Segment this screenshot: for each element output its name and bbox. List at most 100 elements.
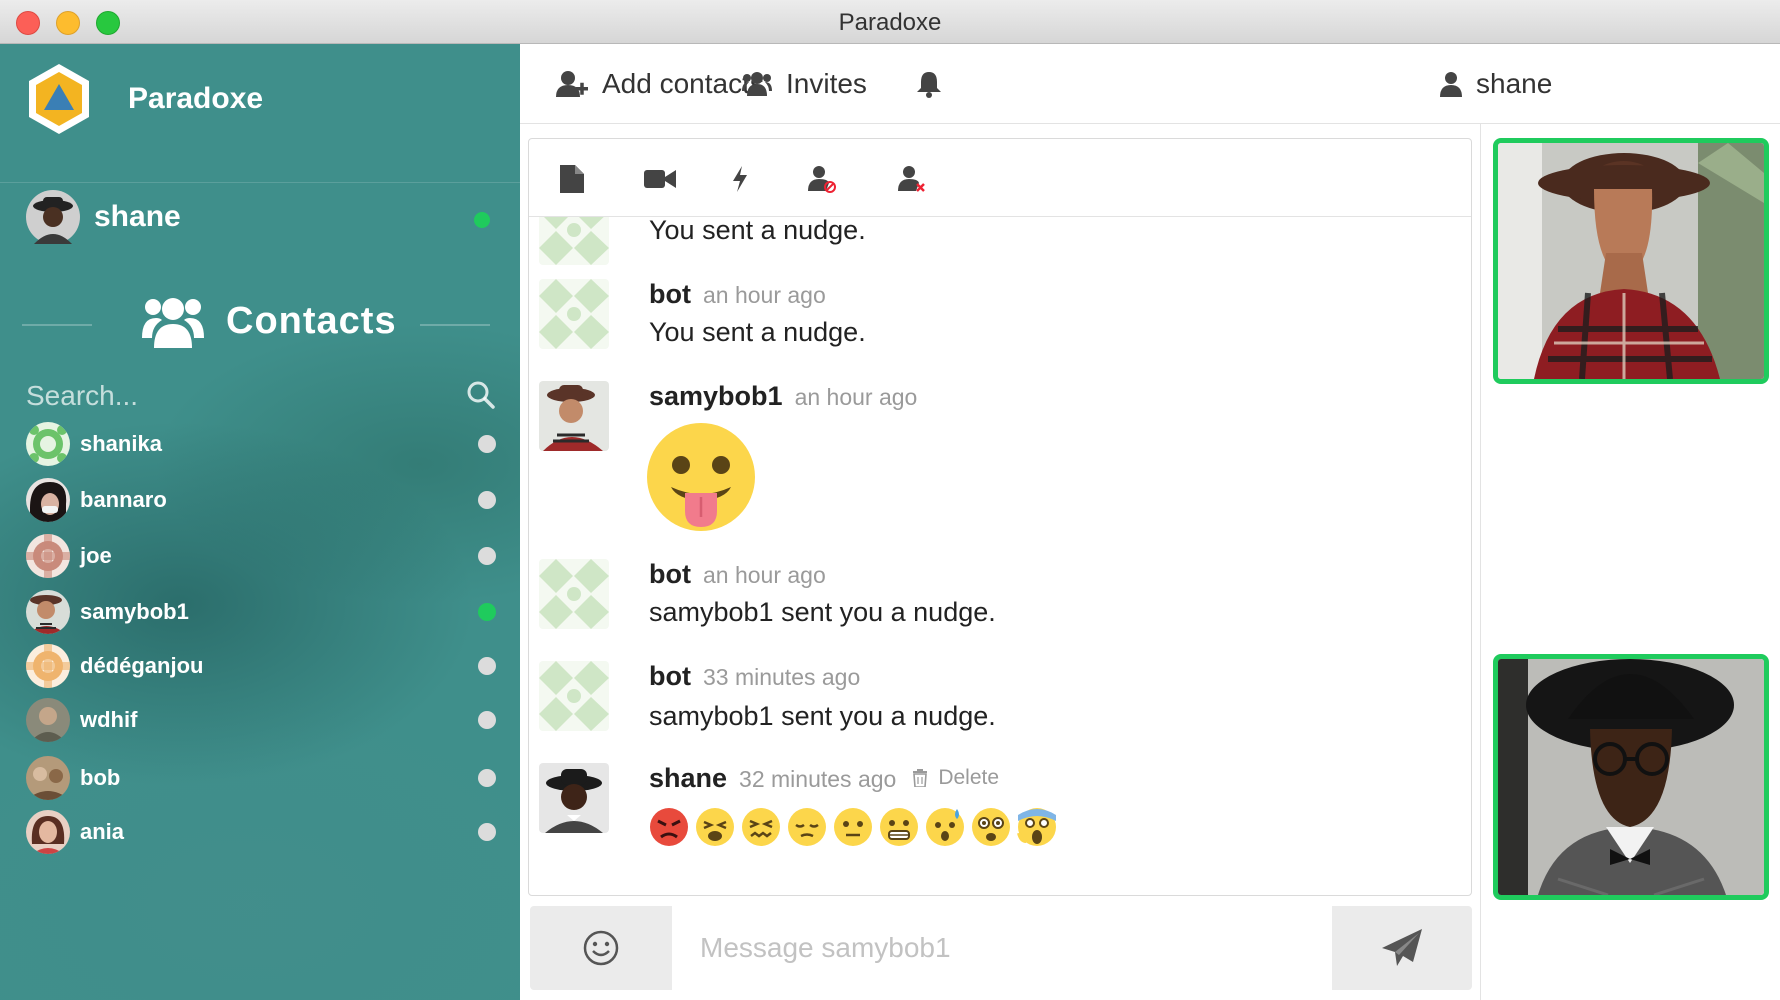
contact-avatar bbox=[26, 478, 70, 522]
contact-item-bob[interactable]: bob bbox=[26, 754, 496, 802]
window-title: Paradoxe bbox=[838, 9, 942, 36]
video-camera-icon bbox=[644, 170, 676, 188]
contact-avatar bbox=[26, 590, 70, 634]
confounded-emoji bbox=[742, 808, 780, 846]
message-author[interactable]: bot bbox=[649, 559, 691, 590]
contacts-title: Contacts bbox=[226, 300, 397, 342]
file-icon bbox=[560, 165, 584, 193]
title-bar: Paradoxe bbox=[0, 0, 1780, 44]
send-button[interactable] bbox=[1332, 906, 1472, 990]
remote-video-image bbox=[1498, 143, 1764, 379]
message-input[interactable] bbox=[672, 906, 1332, 990]
add-user-icon bbox=[556, 71, 588, 97]
user-icon bbox=[1440, 72, 1462, 97]
bell-icon bbox=[917, 72, 941, 98]
message-header: samybob1 an hour ago bbox=[649, 381, 917, 412]
grimacing-emoji bbox=[880, 808, 918, 846]
chat-toolbar bbox=[529, 139, 1471, 217]
message-time: 33 minutes ago bbox=[702, 664, 861, 690]
contact-avatar bbox=[26, 810, 70, 854]
status-dot bbox=[478, 769, 496, 787]
status-dot bbox=[478, 823, 496, 841]
nudge-button[interactable] bbox=[723, 163, 757, 195]
message-text: You sent a nudge. bbox=[649, 317, 866, 347]
bot-avatar bbox=[539, 279, 609, 349]
neutral-emoji bbox=[834, 808, 872, 846]
status-dot bbox=[478, 711, 496, 729]
sidebar: Paradoxe shane Contacts Search... shanik… bbox=[0, 44, 520, 1000]
contact-name: wdhif bbox=[80, 707, 138, 732]
message-composer bbox=[530, 906, 1472, 990]
emoji-picker-button[interactable] bbox=[530, 906, 672, 990]
contact-name: ania bbox=[80, 819, 125, 844]
current-user[interactable]: shane bbox=[26, 190, 181, 244]
invites-label: Invites bbox=[786, 68, 867, 99]
contact-item-shanika[interactable]: shanika bbox=[26, 420, 496, 468]
message-time: 32 minutes ago bbox=[739, 766, 897, 792]
remove-user-button[interactable] bbox=[895, 163, 929, 195]
chat-panel: You sent a nudge. bot an hour ago You se… bbox=[528, 138, 1472, 896]
message-author[interactable]: shane bbox=[649, 763, 727, 794]
contact-item-wdhif[interactable]: wdhif bbox=[26, 696, 496, 744]
message-time: an hour ago bbox=[794, 384, 918, 410]
message-text: samybob1 sent you a nudge. bbox=[649, 701, 996, 731]
contacts-header-line bbox=[22, 324, 92, 326]
status-dot bbox=[478, 491, 496, 509]
contact-name: dédéganjou bbox=[80, 653, 204, 678]
contact-avatar bbox=[26, 422, 70, 466]
status-dot bbox=[478, 435, 496, 453]
local-video-image bbox=[1498, 659, 1764, 895]
contact-item-samybob1[interactable]: samybob1 bbox=[26, 588, 496, 636]
paper-plane-icon bbox=[1382, 929, 1422, 966]
contact-avatar bbox=[26, 756, 70, 800]
message-header: bot an hour ago bbox=[649, 279, 826, 310]
pensive-emoji bbox=[788, 808, 826, 846]
message-author[interactable]: bot bbox=[649, 661, 691, 692]
contacts-header: Contacts bbox=[0, 292, 520, 356]
contact-item-ania[interactable]: ania bbox=[26, 808, 496, 856]
contact-name: bob bbox=[80, 765, 121, 790]
message-time: an hour ago bbox=[702, 282, 826, 308]
tired-emoji bbox=[696, 808, 734, 846]
contact-name: joe bbox=[80, 543, 112, 568]
message-list: You sent a nudge. bot an hour ago You se… bbox=[529, 217, 1471, 895]
add-contacts-button[interactable]: Add contacts bbox=[556, 64, 764, 104]
current-user-status-dot bbox=[474, 212, 490, 228]
user-menu-label: shane bbox=[1476, 68, 1553, 99]
users-icon bbox=[142, 298, 204, 348]
delete-label: Delete bbox=[938, 766, 1000, 789]
message-text: samybob1 sent you a nudge. bbox=[649, 597, 996, 627]
remote-video-feed[interactable] bbox=[1493, 138, 1769, 384]
local-video-feed[interactable] bbox=[1493, 654, 1769, 900]
block-user-icon bbox=[808, 166, 836, 193]
contact-item-bannaro[interactable]: bannaro bbox=[26, 476, 496, 524]
screaming-emoji bbox=[1017, 808, 1056, 846]
contact-item-joe[interactable]: joe bbox=[26, 532, 496, 580]
bot-avatar bbox=[539, 661, 609, 731]
message-author[interactable]: bot bbox=[649, 279, 691, 310]
contact-avatar bbox=[26, 698, 70, 742]
contact-avatar bbox=[26, 644, 70, 688]
bot-avatar bbox=[539, 217, 609, 265]
search-input[interactable] bbox=[26, 380, 446, 412]
delete-message-button[interactable]: Delete bbox=[912, 766, 999, 790]
sidebar-divider bbox=[0, 182, 520, 183]
video-call-button[interactable] bbox=[643, 163, 677, 195]
video-column bbox=[1480, 124, 1780, 1000]
search-icon[interactable] bbox=[466, 380, 496, 410]
message-time: an hour ago bbox=[702, 562, 826, 588]
notifications-button[interactable] bbox=[916, 64, 956, 104]
message-author[interactable]: samybob1 bbox=[649, 381, 783, 412]
app-window: Paradoxe Paradoxe shane Contacts Search.… bbox=[0, 0, 1780, 1000]
invites-button[interactable]: Invites bbox=[742, 64, 867, 104]
block-user-button[interactable] bbox=[805, 163, 839, 195]
samybob1-avatar bbox=[539, 381, 609, 451]
bot-avatar bbox=[539, 559, 609, 629]
status-dot bbox=[478, 603, 496, 621]
smiley-icon bbox=[583, 930, 619, 966]
users-icon bbox=[742, 72, 772, 96]
send-file-button[interactable] bbox=[555, 163, 589, 195]
contact-item-dedeganjou[interactable]: dédéganjou bbox=[26, 642, 496, 690]
brand: Paradoxe bbox=[26, 62, 263, 136]
user-menu-button[interactable]: shane bbox=[1440, 64, 1552, 104]
